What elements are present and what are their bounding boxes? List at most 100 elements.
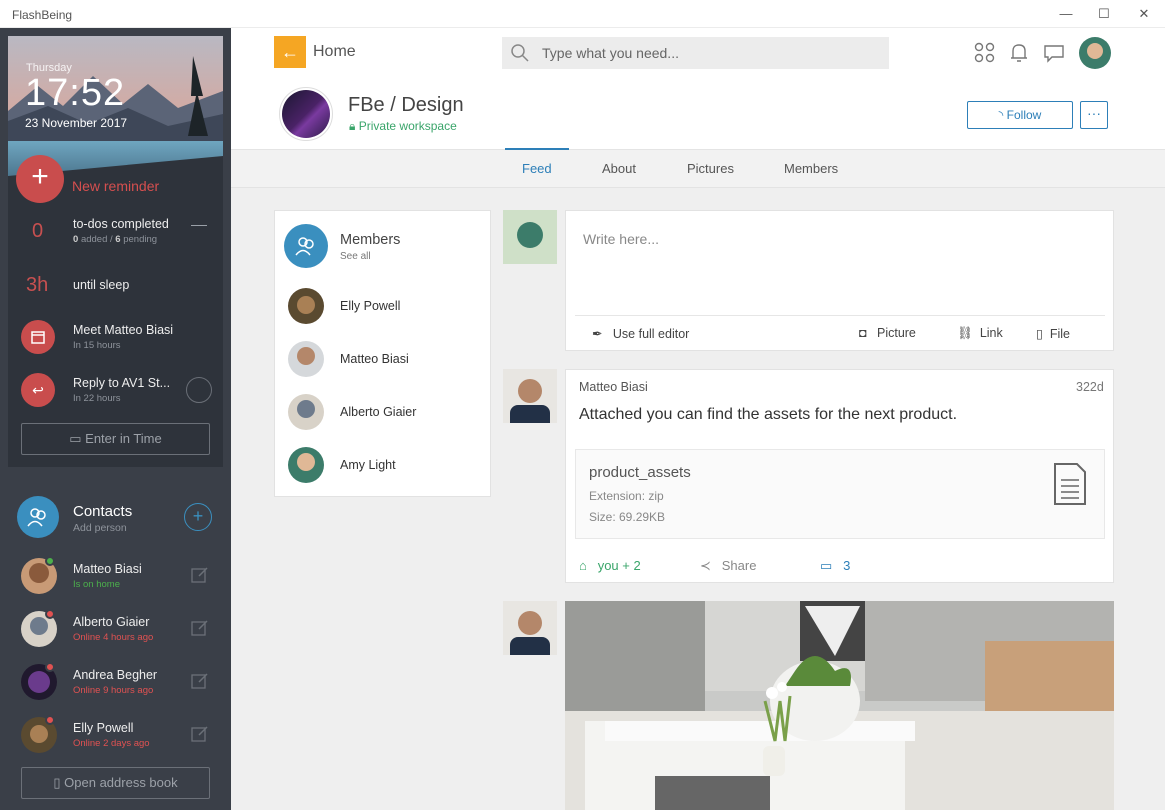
todos-sub: 0 added / 6 pending [73,234,158,245]
picture-button[interactable]: ◘ Picture [859,326,916,340]
online-status-dot [45,556,55,566]
bell-icon[interactable] [1008,42,1030,64]
close-button[interactable]: ✕ [1130,4,1158,24]
edit-icon[interactable] [191,672,209,690]
enter-in-time-button[interactable]: ▭ Enter in Time [21,423,210,455]
sleep-label: until sleep [73,278,130,292]
like-button[interactable]: ⌂ you + 2 [579,558,641,573]
add-person-button[interactable]: + [184,503,212,531]
full-editor-button[interactable]: ✒︎ Use full editor [592,326,689,341]
contact-name[interactable]: Elly Powell [73,721,133,735]
comment-icon: ▭ [820,558,833,573]
reminder-sub-1: In 15 hours [73,340,121,351]
new-reminder-button[interactable]: + [16,155,64,203]
edit-icon[interactable] [191,725,209,743]
new-reminder-label[interactable]: New reminder [72,178,159,194]
reply-icon[interactable]: ↩ [21,373,55,407]
tab-about[interactable]: About [602,161,636,176]
follow-button[interactable]: ◝ Follow [967,101,1073,129]
share-icon: ≺ [700,558,711,573]
user-avatar[interactable] [1079,37,1111,69]
clock: 17:52 [25,72,126,114]
like-icon: ⌂ [579,558,587,573]
workspace-logo [279,87,333,141]
tab-feed[interactable]: Feed [522,161,552,176]
calendar-small-icon: ▭ [69,431,82,446]
active-tab-indicator [505,148,569,150]
divider [575,315,1105,316]
lock-icon: 🔒︎ [349,119,356,133]
date-label: 23 November 2017 [25,116,128,130]
attachment-name[interactable]: product_assets [589,464,691,481]
contact-status: Online 2 days ago [73,738,150,749]
avatar[interactable] [288,447,324,483]
see-all-link[interactable]: See all [340,251,371,262]
search-icon [511,44,529,62]
file-button[interactable]: ▯ File [1036,326,1070,341]
attachment-extension: Extension: zip [589,489,664,503]
contacts-title: Contacts [73,503,133,520]
complete-checkbox[interactable] [186,377,212,403]
member-name[interactable]: Elly Powell [340,299,400,313]
link-icon: ⛓︎ [957,326,973,340]
contact-name[interactable]: Andrea Begher [73,668,157,682]
member-name[interactable]: Matteo Biasi [340,352,409,366]
tab-pictures[interactable]: Pictures [687,161,734,176]
contact-status: Online 9 hours ago [73,685,154,696]
contact-status: Online 4 hours ago [73,632,154,643]
link-button[interactable]: ⛓︎ Link [957,326,1003,341]
search-input[interactable]: Type what you need... [542,45,679,61]
author-avatar[interactable] [503,601,557,655]
home-link[interactable]: Home [313,43,356,61]
todos-count: 0 [32,220,44,242]
reminder-sub-2: In 22 hours [73,393,121,404]
contacts-icon [17,496,59,538]
offline-status-dot [45,715,55,725]
members-title: Members [340,232,401,248]
avatar[interactable] [288,341,324,377]
author-avatar[interactable] [503,369,557,423]
members-icon [284,224,328,268]
workspace-name: FBe / Design [348,94,464,116]
app-title: FlashBeing [12,8,73,22]
reminder-title-2[interactable]: Reply to AV1 St... [73,376,170,390]
add-person-label[interactable]: Add person [73,522,127,534]
edit-icon[interactable] [191,619,209,637]
file-icon: ▯ [1036,327,1043,341]
apps-grid-icon[interactable] [974,42,996,64]
comments-button[interactable]: ▭ 3 [820,558,850,574]
back-arrow-icon[interactable]: ← [274,36,306,68]
member-name[interactable]: Amy Light [340,458,396,472]
collapse-icon[interactable] [191,225,207,226]
maximize-button[interactable]: ☐ [1090,4,1118,24]
contact-name[interactable]: Alberto Giaier [73,615,149,629]
offline-status-dot [45,609,55,619]
open-address-book-button[interactable]: ▯ Open address book [21,767,210,799]
post-photo[interactable] [565,601,1114,810]
post-age: 322d [1076,380,1104,394]
post-author[interactable]: Matteo Biasi [579,380,648,394]
camera-icon: ◘ [859,326,867,340]
avatar[interactable] [288,394,324,430]
share-button[interactable]: ≺ Share [700,558,756,574]
search-bar[interactable]: Type what you need... [502,37,889,69]
edit-icon[interactable] [191,566,209,584]
more-options-button[interactable]: ··· [1080,101,1108,129]
member-name[interactable]: Alberto Giaier [340,405,416,419]
contact-name[interactable]: Matteo Biasi [73,562,142,576]
post-text: Attached you can find the assets for the… [579,406,958,423]
sleep-value: 3h [26,274,49,296]
tab-members[interactable]: Members [784,161,838,176]
address-book-icon: ▯ [53,775,61,790]
avatar[interactable] [288,288,324,324]
minimize-button[interactable]: — [1052,4,1080,24]
title-bar: FlashBeing [0,0,1165,28]
calendar-icon[interactable] [21,320,55,354]
compose-input[interactable]: Write here... [583,231,659,247]
contact-status: Is on home [73,579,120,590]
quill-icon: ✒︎ [592,327,603,341]
user-avatar-square [503,210,557,264]
offline-status-dot [45,662,55,672]
reminder-title-1[interactable]: Meet Matteo Biasi [73,323,173,337]
chat-icon[interactable] [1043,42,1065,64]
